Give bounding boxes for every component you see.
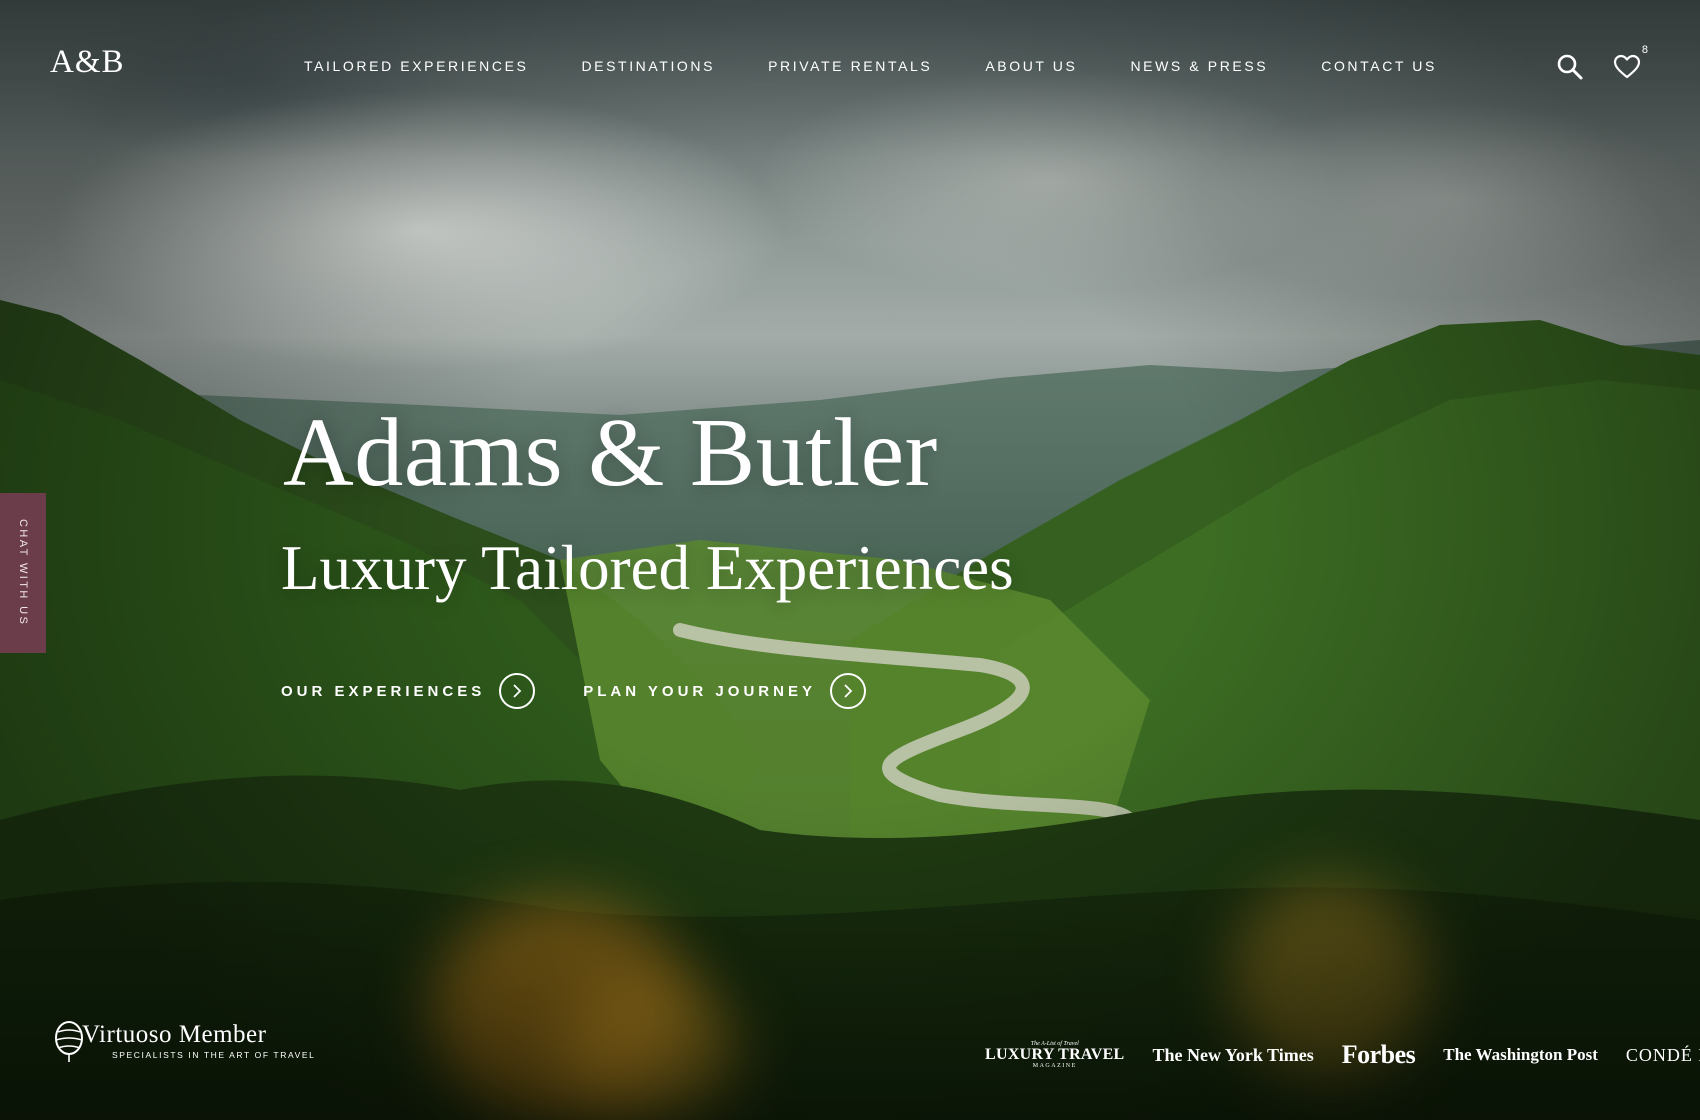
plan-your-journey-button[interactable]: PLAN YOUR JOURNEY (583, 673, 866, 709)
search-icon (1557, 54, 1583, 80)
chevron-right-icon (499, 673, 536, 709)
favorites-count-badge: 8 (1641, 44, 1648, 56)
luxury-travel-magazine-logo: The A-List of Travel LUXURY TRAVEL MAGAZ… (985, 1041, 1125, 1069)
plan-your-journey-label: PLAN YOUR JOURNEY (583, 682, 816, 700)
hero-title: Adams & Butler (283, 399, 938, 507)
main-nav: TAILORED EXPERIENCES DESTINATIONS PRIVAT… (304, 58, 1490, 74)
nav-item-about-us[interactable]: ABOUT US (985, 58, 1077, 74)
chevron-right-icon (829, 673, 866, 709)
chat-tab-label: CHAT WITH US (17, 519, 29, 627)
nav-item-private-rentals[interactable]: PRIVATE RENTALS (768, 58, 932, 74)
virtuoso-tagline: SPECIALISTS IN THE ART OF TRAVEL (112, 1050, 316, 1060)
hero-subtitle: Luxury Tailored Experiences (281, 533, 1014, 603)
forbes-logo: Forbes (1341, 1040, 1416, 1069)
search-button[interactable] (1555, 52, 1585, 82)
luxury-travel-title: LUXURY TRAVEL (985, 1046, 1125, 1063)
header-actions: 8 (1555, 44, 1648, 82)
chat-with-us-tab[interactable]: CHAT WITH US (0, 493, 46, 653)
luxury-travel-suffix: MAGAZINE (1032, 1063, 1077, 1069)
favorites-button[interactable]: 8 (1612, 44, 1648, 82)
virtuoso-member-logo[interactable]: Virtuoso Member SPECIALISTS IN THE ART O… (50, 1018, 315, 1064)
nav-item-tailored-experiences[interactable]: TAILORED EXPERIENCES (304, 58, 528, 74)
hero-cta-group: OUR EXPERIENCES PLAN YOUR JOURNEY (281, 673, 914, 709)
washington-post-logo: The Washington Post (1443, 1045, 1598, 1064)
conde-nast-logo: CONDÉ NAST (1625, 1044, 1700, 1065)
press-logos: The A-List of Travel LUXURY TRAVEL MAGAZ… (985, 1040, 1700, 1070)
heart-icon (1613, 54, 1641, 79)
site-logo[interactable]: A&B (50, 44, 125, 81)
virtuoso-main-text: Virtuoso Member (82, 1021, 267, 1048)
nav-item-news-press[interactable]: NEWS & PRESS (1130, 58, 1268, 74)
nav-item-destinations[interactable]: DESTINATIONS (581, 58, 715, 74)
our-experiences-label: OUR EXPERIENCES (281, 682, 486, 700)
nav-item-contact-us[interactable]: CONTACT US (1321, 58, 1437, 74)
new-york-times-logo: The New York Times (1152, 1044, 1314, 1065)
our-experiences-button[interactable]: OUR EXPERIENCES (281, 673, 536, 709)
